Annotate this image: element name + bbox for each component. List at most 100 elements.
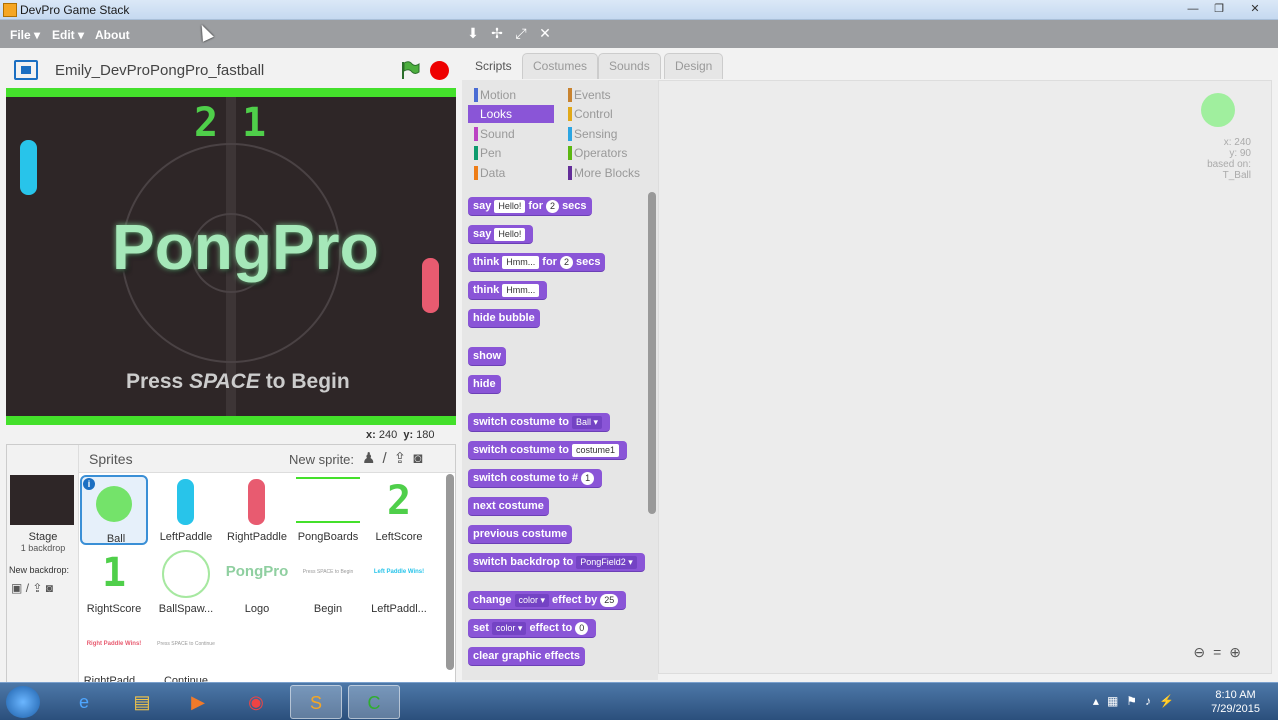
block-say-for-secs[interactable]: say Hello! for 2 secs [468,197,592,216]
backdrop-camera-icon[interactable]: ◙ [46,581,53,595]
stage-label: Stage [28,531,58,543]
fullscreen-button[interactable] [14,60,38,80]
block-switch-backdrop[interactable]: switch backdrop to PongField2 ▾ [468,553,645,572]
stage-canvas[interactable]: 2 1 PongPro Press SPACE to Begin [6,88,456,425]
block-think[interactable]: think Hmm... [468,281,548,300]
sprite-name: RightPaddle [227,531,287,543]
block-categories: Motion Events Looks Control Sound Sensin… [462,80,658,190]
grow-tool-icon[interactable]: ⤢ [513,25,529,41]
zoom-reset-icon[interactable]: = [1213,644,1229,660]
backdrop-library-icon[interactable]: ▣ [11,581,22,595]
sprite-rightpaddlewins[interactable]: Right Paddle Wins! RightPadd... [80,619,148,689]
camera-sprite-icon[interactable]: ◙ [413,450,429,467]
block-switch-costume-name[interactable]: switch costume to costume1 [468,441,627,460]
sprites-scrollbar[interactable] [446,474,454,670]
camtasia-icon[interactable]: C [348,685,400,719]
zoom-out-icon[interactable]: ⊖ [1193,644,1213,660]
devpro-game-stack-icon[interactable]: S [290,685,342,719]
tab-sounds[interactable]: Sounds [598,53,661,79]
tray-power-icon[interactable]: ⚡ [1159,694,1182,708]
left-paddle [20,140,37,195]
upload-sprite-icon[interactable]: ⇪ [394,450,414,467]
delete-tool-icon[interactable]: ✢ [489,25,505,41]
block-switch-costume-number[interactable]: switch costume to #1 [468,469,603,488]
scripts-area[interactable]: x: 240 y: 90 based on: T_Ball ⊖=⊕ [658,80,1272,674]
tab-design[interactable]: Design [664,53,724,79]
minimize-button[interactable]: — [1180,0,1206,18]
tray-network-icon[interactable]: ▦ [1107,694,1126,708]
block-think-for-secs[interactable]: think Hmm... for 2 secs [468,253,606,272]
duplicate-tool-icon[interactable]: ⬇ [465,25,481,41]
tray-arrow-icon[interactable]: ▴ [1093,694,1107,708]
new-sprite-tools: ♟/⇪◙ [362,449,429,467]
block-next-costume[interactable]: next costume [468,497,549,516]
close-button[interactable]: ✕ [1240,0,1270,18]
block-hide[interactable]: hide [468,375,501,394]
block-change-effect[interactable]: change color ▾ effect by 25 [468,591,627,610]
media-player-icon[interactable]: ▶ [172,685,224,719]
backdrop-paint-icon[interactable]: / [26,581,29,595]
category-sensing[interactable]: Sensing [562,125,648,143]
chrome-icon[interactable]: ◉ [230,685,282,719]
sprite-leftscore[interactable]: 2 LeftScore [365,475,433,545]
tab-scripts[interactable]: Scripts [464,53,523,79]
zoom-in-icon[interactable]: ⊕ [1229,644,1249,660]
sprite-name: Logo [244,603,270,615]
begin-thumbnail: Press SPACE to Begin [302,569,354,575]
tray-flag-icon[interactable]: ⚑ [1126,694,1145,708]
sprite-library-icon[interactable]: ♟ [362,450,382,467]
leftpaddlewins-thumbnail: Left Paddle Wins! [373,569,425,575]
clock[interactable]: 8:10 AM 7/29/2015 [1211,688,1260,716]
shrink-tool-icon[interactable]: ✕ [537,25,553,41]
block-hide-bubble[interactable]: hide bubble [468,309,540,328]
tab-costumes[interactable]: Costumes [522,53,599,79]
sprite-rightscore[interactable]: 1 RightScore [80,547,148,617]
maximize-button[interactable]: ❐ [1206,0,1232,18]
block-previous-costume[interactable]: previous costume [468,525,573,544]
block-switch-costume-menu[interactable]: switch costume to Ball ▾ [468,413,610,432]
menu-file[interactable]: File ▾ [10,28,40,42]
category-looks[interactable]: Looks [468,105,554,123]
backdrop-upload-icon[interactable]: ⇪ [32,581,42,595]
category-motion[interactable]: Motion [468,86,554,104]
right-paddle-thumbnail [248,479,265,525]
stop-button[interactable] [430,61,449,80]
green-flag-icon[interactable] [400,60,420,80]
category-pen[interactable]: Pen [468,144,554,162]
sprite-name: LeftPaddle [159,531,213,543]
sprite-leftpaddlewins[interactable]: Left Paddle Wins! LeftPaddl... [365,547,433,617]
sprite-ball[interactable]: i Ball [80,475,148,545]
internet-explorer-icon[interactable]: e [58,685,110,719]
menu-about[interactable]: About [95,28,130,42]
sprite-logo[interactable]: PongPro Logo [223,547,291,617]
sprite-name: LeftScore [375,531,423,543]
block-show[interactable]: show [468,347,507,366]
category-more-blocks[interactable]: More Blocks [562,164,648,182]
sprite-ballspawn[interactable]: BallSpaw... [152,547,220,617]
stage-thumbnail[interactable] [10,475,74,525]
palette-scrollbar[interactable] [648,192,656,514]
sprite-leftpaddle[interactable]: LeftPaddle [152,475,220,545]
sprite-begin[interactable]: Press SPACE to Begin Begin [294,547,362,617]
project-name-field[interactable]: Emily_DevProPongPro_fastball [48,59,378,83]
sprite-pongboards[interactable]: PongBoards [294,475,362,545]
sprite-continue[interactable]: Press SPACE to Continue Continue [152,619,220,689]
file-explorer-icon[interactable]: ▤ [116,685,168,719]
menu-bar: File ▾ Edit ▾ About ⬇ ✢ ⤢ ✕ [0,20,1278,48]
block-set-effect[interactable]: set color ▾ effect to 0 [468,619,597,638]
block-clear-graphic-effects[interactable]: clear graphic effects [468,647,585,666]
tray-volume-icon[interactable]: ♪ [1145,694,1159,708]
category-sound[interactable]: Sound [468,125,554,143]
category-control[interactable]: Control [562,105,648,123]
new-sprite-label: New sprite: [289,452,355,467]
paint-sprite-icon[interactable]: / [382,450,393,467]
sprite-rightpaddle[interactable]: RightPaddle [223,475,291,545]
category-data[interactable]: Data [468,164,554,182]
category-operators[interactable]: Operators [562,144,648,162]
zoom-controls: ⊖=⊕ [1193,644,1249,661]
category-events[interactable]: Events [562,86,648,104]
start-button[interactable] [6,686,40,718]
block-say[interactable]: say Hello! [468,225,534,244]
menu-edit[interactable]: Edit ▾ [52,28,84,42]
stage-coordinates: x: 240 y: 180 [366,429,435,441]
